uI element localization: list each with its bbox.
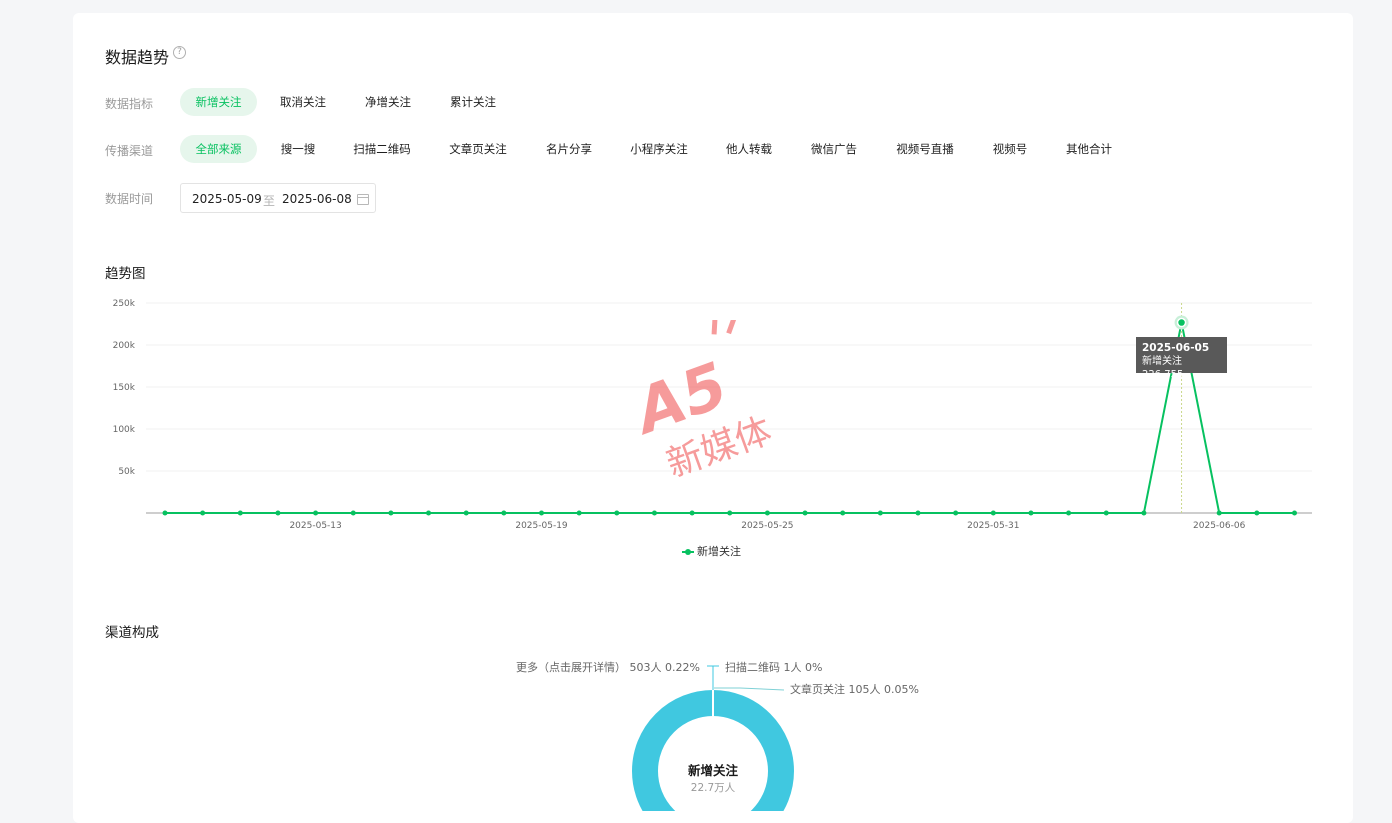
channel-composition-title: 渠道构成 (105, 625, 159, 641)
channel-option-all[interactable]: 全部来源 (180, 135, 257, 163)
metric-option-new-follow[interactable]: 新增关注 (180, 88, 257, 116)
a5-watermark-logo: A5 新媒体 (621, 320, 777, 486)
channel-option-channels-live[interactable]: 视频号直播 (886, 135, 964, 163)
metric-option-total-follow[interactable]: 累计关注 (440, 88, 506, 116)
channel-option-qrcode[interactable]: 扫描二维码 (346, 135, 418, 163)
date-label: 数据时间 (105, 192, 154, 206)
page-title: 数据趋势 (105, 48, 170, 67)
channel-option-card-share[interactable]: 名片分享 (536, 135, 602, 163)
channel-option-channels[interactable]: 视频号 (983, 135, 1037, 163)
channel-option-repost[interactable]: 他人转载 (718, 135, 780, 163)
date-range-picker[interactable]: 2025-05-09 至 2025-06-08 (180, 183, 376, 213)
donut-center-title: 新增关注 (687, 763, 738, 778)
date-start[interactable]: 2025-05-09 (192, 192, 262, 206)
date-separator: 至 (263, 194, 276, 208)
donut-label-qrcode: 扫描二维码 1人 0% (725, 661, 823, 674)
legend-label: 新增关注 (697, 545, 741, 558)
donut-label-more[interactable]: 更多（点击展开详情） 503人 0.22% (516, 659, 700, 675)
channel-option-miniprogram[interactable]: 小程序关注 (622, 135, 696, 163)
donut-label-article: 文章页关注 105人 0.05% (790, 683, 919, 696)
legend-marker-icon (682, 549, 694, 555)
donut-center-value: 22.7万人 (690, 782, 736, 794)
date-end[interactable]: 2025-06-08 (282, 192, 352, 206)
tooltip-value: 新增关注 226,755 (1142, 356, 1184, 380)
metric-option-unfollow[interactable]: 取消关注 (270, 88, 336, 116)
channels-label: 传播渠道 (105, 144, 154, 158)
channel-option-wechat-ads[interactable]: 微信广告 (803, 135, 865, 163)
chart-tooltip: 2025-06-05 新增关注 226,755 (1136, 337, 1227, 380)
question-circle-icon[interactable]: ? (173, 46, 186, 59)
trend-title: 趋势图 (105, 266, 146, 282)
metric-option-net-follow[interactable]: 净增关注 (355, 88, 421, 116)
channel-option-article[interactable]: 文章页关注 (441, 135, 515, 163)
channel-option-search[interactable]: 搜一搜 (272, 135, 324, 163)
channel-option-other[interactable]: 其他合计 (1056, 135, 1122, 163)
metrics-label: 数据指标 (105, 97, 154, 111)
chart-legend[interactable]: 新增关注 (682, 545, 741, 559)
tooltip-date: 2025-06-05 (1142, 342, 1210, 354)
calendar-icon[interactable] (357, 194, 369, 205)
